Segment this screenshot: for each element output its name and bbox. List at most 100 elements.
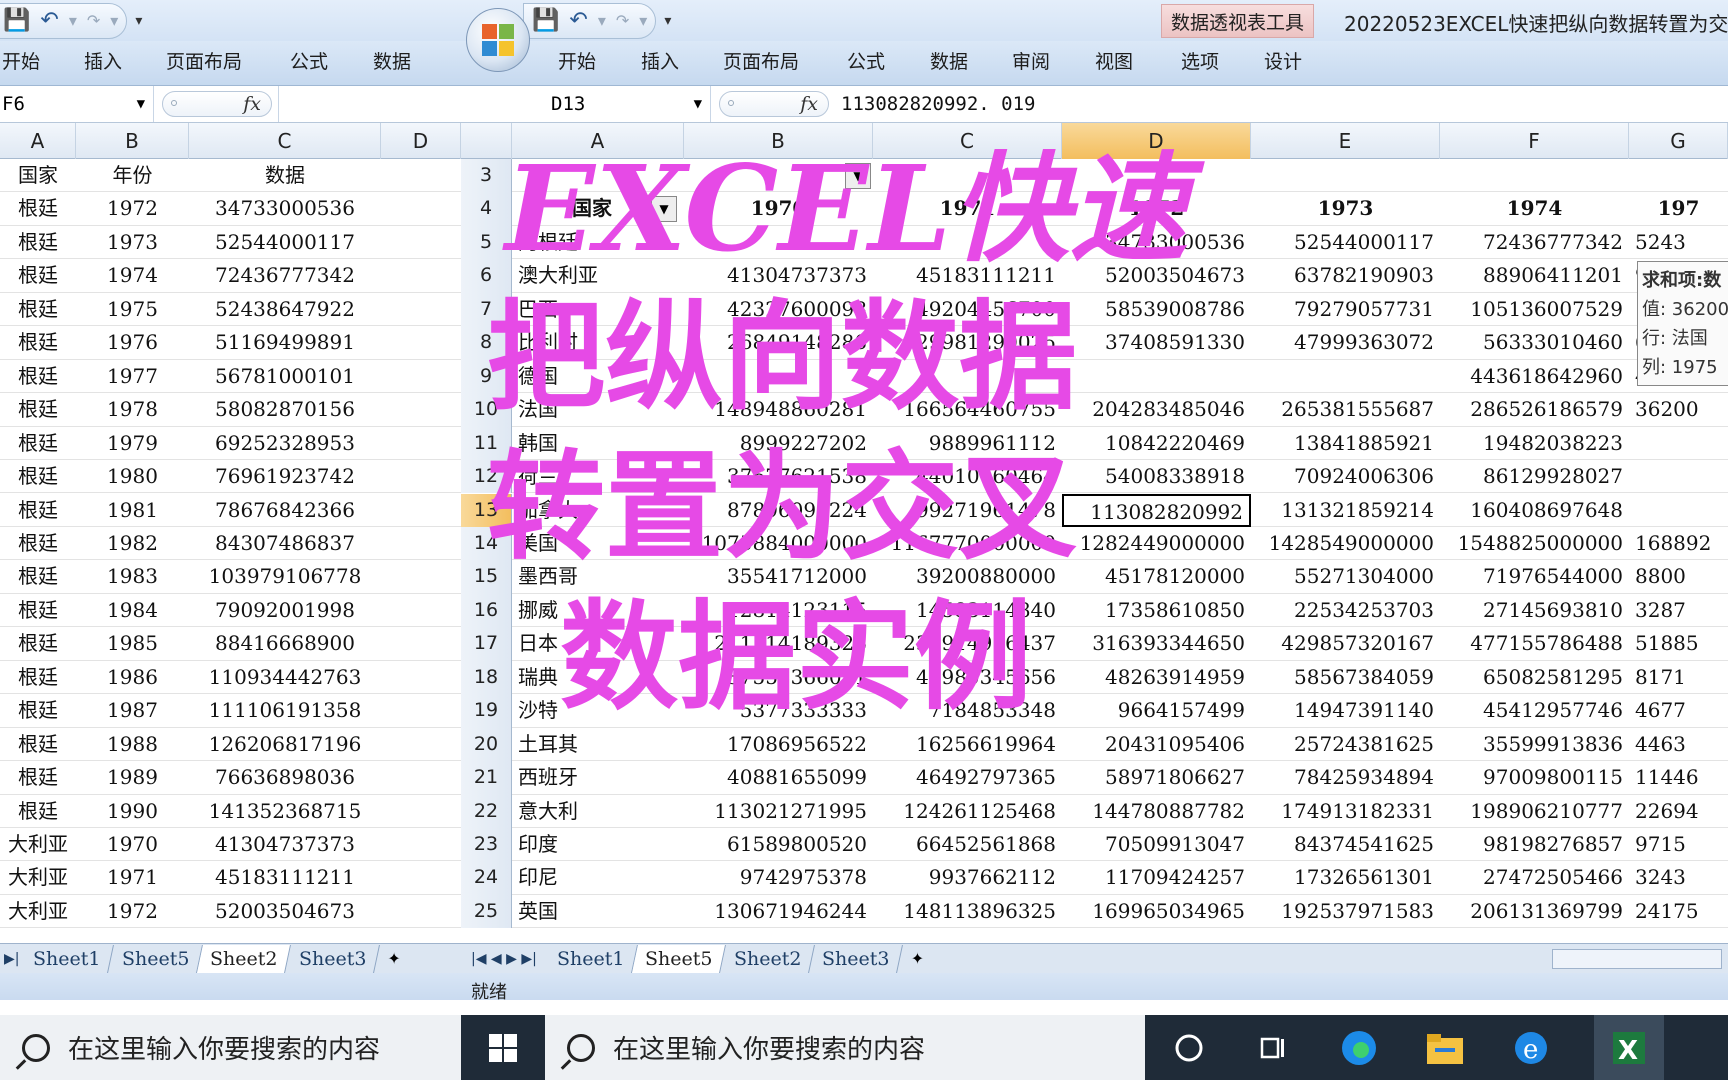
table-cell[interactable]: 52003504673 (189, 895, 381, 928)
table-cell[interactable]: 105136007529 (1440, 293, 1629, 326)
table-cell[interactable]: 52438647922 (189, 293, 381, 326)
table-cell[interactable]: 45183111211 (873, 259, 1062, 292)
table-cell[interactable]: 1978 (76, 393, 189, 426)
table-cell[interactable]: 1975 (76, 293, 189, 326)
table-cell[interactable]: 1974 (76, 259, 189, 292)
table-cell[interactable] (1629, 427, 1728, 460)
table-cell[interactable]: 40980345656 (873, 661, 1062, 694)
undo-dropdown-icon[interactable]: ▾ (598, 12, 606, 29)
table-cell[interactable]: 76636898036 (189, 761, 381, 794)
header-cell[interactable]: 数据 (189, 159, 381, 192)
tab-page-layout[interactable]: 页面布局 (166, 47, 242, 74)
ie-browser-icon[interactable]: e (1508, 1025, 1554, 1071)
table-cell[interactable]: 9664157499 (1062, 694, 1251, 727)
table-cell[interactable] (1251, 360, 1440, 393)
row-header[interactable]: 4 (461, 192, 512, 226)
table-cell[interactable]: 211514189326 (684, 627, 873, 660)
table-cell[interactable]: 34733000536 (189, 192, 381, 225)
col-header-f[interactable]: F (1440, 123, 1629, 159)
table-cell[interactable]: 97009800115 (1440, 761, 1629, 794)
table-cell[interactable]: 11709424257 (1062, 861, 1251, 894)
table-cell[interactable]: 1972 (76, 192, 189, 225)
table-cell[interactable]: 印尼 (512, 861, 684, 894)
table-cell[interactable]: 52003504673 (1062, 259, 1251, 292)
row-header[interactable]: 16 (461, 593, 512, 628)
customize-qat-icon[interactable]: ▾ (135, 13, 142, 29)
table-cell[interactable]: 根廷 (0, 226, 76, 259)
table-cell[interactable]: 意大利 (512, 795, 684, 828)
table-cell[interactable]: 103979106778 (189, 560, 381, 593)
table-cell[interactable]: 39200880000 (873, 560, 1062, 593)
undo-icon[interactable]: ↶ (569, 9, 587, 32)
task-view-icon[interactable] (1250, 1025, 1296, 1071)
tab-home[interactable]: 开始 (558, 47, 596, 74)
table-cell[interactable]: 1986 (76, 661, 189, 694)
name-box[interactable]: D13 ▼ (461, 86, 711, 122)
table-cell[interactable] (873, 226, 1062, 259)
row-header[interactable]: 17 (461, 627, 512, 661)
row-header[interactable]: 8 (461, 326, 512, 360)
table-cell[interactable]: 56781000101 (189, 360, 381, 393)
table-cell[interactable]: 27145693810 (1440, 594, 1629, 627)
table-cell[interactable]: 42327600098 (684, 293, 873, 326)
col-header-b[interactable]: B (76, 123, 189, 159)
new-sheet-icon[interactable]: ✦ (911, 949, 924, 968)
table-cell[interactable]: 土耳其 (512, 728, 684, 761)
table-cell[interactable]: 根廷 (0, 427, 76, 460)
name-box-dropdown-icon[interactable]: ▼ (694, 96, 702, 112)
table-cell[interactable]: 1976 (76, 326, 189, 359)
table-cell[interactable]: 87896095224 (684, 494, 873, 527)
table-cell[interactable]: 477155786488 (1440, 627, 1629, 660)
table-cell[interactable]: 24175 (1629, 895, 1728, 928)
table-cell[interactable]: 54008338918 (1062, 460, 1251, 493)
table-cell[interactable]: 113021271995 (684, 795, 873, 828)
table-cell[interactable]: 印度 (512, 828, 684, 861)
tab-formulas[interactable]: 公式 (290, 47, 328, 74)
col-header-a[interactable]: A (512, 123, 684, 159)
table-cell[interactable]: 8999227202 (684, 427, 873, 460)
table-cell[interactable]: 34733000536 (1062, 226, 1251, 259)
row-header[interactable]: 15 (461, 560, 512, 594)
table-cell[interactable]: 8171 (1629, 661, 1728, 694)
table-cell[interactable]: 根廷 (0, 360, 76, 393)
table-cell[interactable]: 7184853348 (873, 694, 1062, 727)
table-cell[interactable]: 挪威 (512, 594, 684, 627)
row-header[interactable]: 14 (461, 526, 512, 561)
table-cell[interactable]: 206131369799 (1440, 895, 1629, 928)
sheet-tab-2[interactable]: Sheet2 (720, 944, 816, 973)
table-cell[interactable]: 144780887782 (1062, 795, 1251, 828)
row-header[interactable]: 22 (461, 794, 512, 828)
table-cell[interactable]: 22694 (1629, 795, 1728, 828)
table-cell[interactable]: 66452561868 (873, 828, 1062, 861)
table-cell[interactable]: 141352368715 (189, 795, 381, 828)
filter-dropdown-icon[interactable]: ▼ (845, 163, 871, 189)
save-icon[interactable]: 💾 (3, 9, 30, 32)
table-cell[interactable]: 1984 (76, 594, 189, 627)
undo-dropdown-icon[interactable]: ▾ (69, 12, 77, 29)
table-cell[interactable]: 1982 (76, 527, 189, 560)
table-cell[interactable]: 1428549000000 (1251, 527, 1440, 560)
table-cell[interactable]: 238914956437 (873, 627, 1062, 660)
table-cell[interactable]: 1990 (76, 795, 189, 828)
row-header[interactable]: 20 (461, 727, 512, 762)
tab-home[interactable]: 开始 (2, 47, 40, 74)
pivot-header-cell[interactable]: 1974 (1440, 192, 1629, 225)
tab-view[interactable]: 视图 (1095, 47, 1133, 74)
table-cell[interactable] (873, 360, 1062, 393)
table-cell[interactable]: 69252328953 (189, 427, 381, 460)
redo-icon[interactable]: ↷ (87, 12, 100, 29)
col-header-b[interactable]: B (684, 123, 873, 159)
table-cell[interactable]: 阿根廷 (512, 226, 684, 259)
table-cell[interactable]: 45412957746 (1440, 694, 1629, 727)
table-cell[interactable]: 45178120000 (1062, 560, 1251, 593)
table-cell[interactable]: 72436777342 (1440, 226, 1629, 259)
sheet-nav-icons[interactable]: |◀ ◀ ▶ ▶| (461, 951, 547, 967)
table-cell[interactable]: 16256619964 (873, 728, 1062, 761)
redo-icon[interactable]: ↷ (616, 12, 629, 29)
table-cell[interactable]: 44010160464 (873, 460, 1062, 493)
table-cell[interactable]: 5377333333 (684, 694, 873, 727)
active-cell[interactable]: 113082820992 (1062, 493, 1251, 527)
table-cell[interactable]: 22534253703 (1251, 594, 1440, 627)
table-cell[interactable]: 63782190903 (1251, 259, 1440, 292)
table-cell[interactable]: 55271304000 (1251, 560, 1440, 593)
